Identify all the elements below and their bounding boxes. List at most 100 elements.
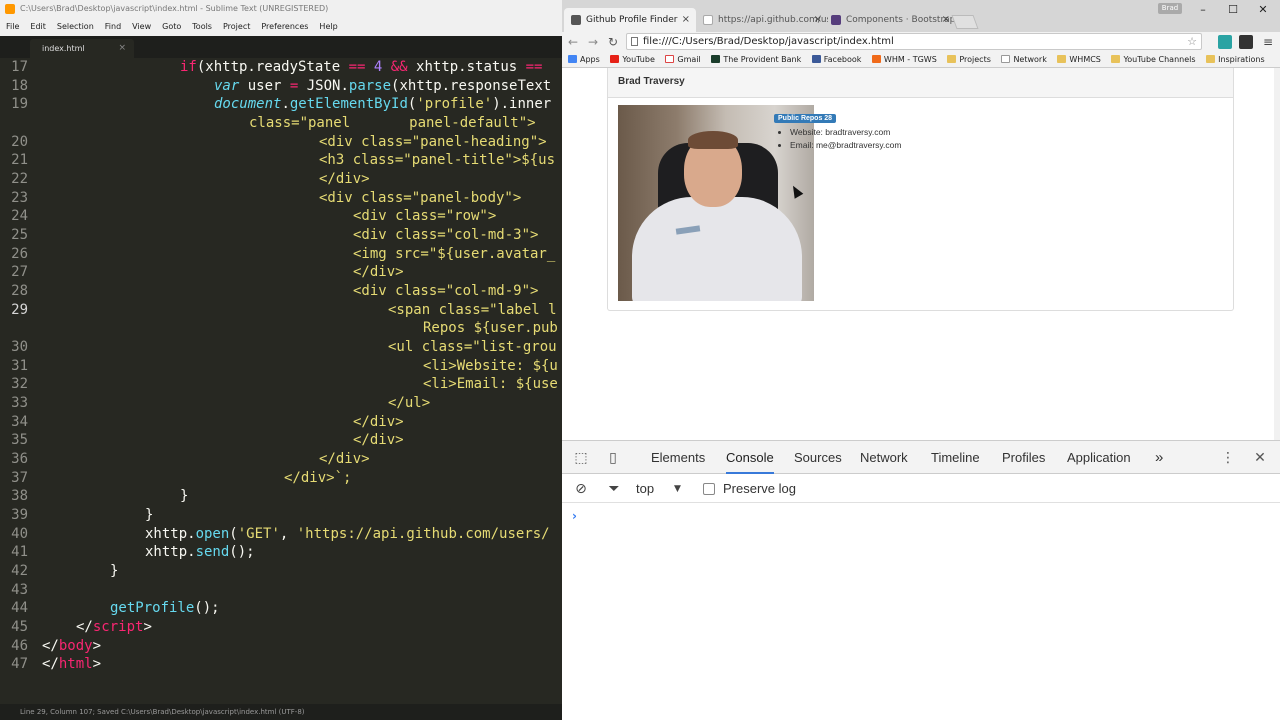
bookmark-youtube[interactable]: YouTube <box>610 52 655 67</box>
devtools-tab-network[interactable]: Network <box>860 441 908 474</box>
bookmark-gmail[interactable]: Gmail <box>665 52 701 67</box>
line-number-gutter: 17 18 19 20 21 22 23 24 25 26 27 28 29 3… <box>0 58 38 704</box>
line-number: 32 <box>11 376 28 392</box>
devtools-tab-console[interactable]: Console <box>726 441 774 474</box>
close-icon[interactable]: × <box>942 8 950 32</box>
minimize-icon[interactable]: – <box>1188 2 1218 18</box>
devtools-tab-sources[interactable]: Sources <box>794 441 842 474</box>
code-line-45: </script> <box>76 618 152 636</box>
bank-icon <box>711 55 721 63</box>
menu-find[interactable]: Find <box>105 18 121 36</box>
close-icon[interactable]: × <box>814 8 822 32</box>
devtools-close-icon[interactable]: ✕ <box>1251 449 1269 467</box>
page-icon <box>703 15 713 25</box>
clear-console-icon[interactable]: ⊘ <box>572 480 590 498</box>
code-line-34: </div> <box>353 414 404 430</box>
editor-tab-index-html[interactable]: index.html × <box>30 39 134 58</box>
code-token: xhttp. <box>145 526 196 542</box>
devtools-tab-timeline[interactable]: Timeline <box>931 441 980 474</box>
device-toolbar-icon[interactable]: ▯ <box>604 449 622 467</box>
profile-name: Brad Traversy <box>618 76 685 87</box>
close-icon[interactable]: × <box>682 8 690 32</box>
panel-heading: Brad Traversy <box>608 68 1233 98</box>
extension-icon[interactable] <box>1239 35 1253 49</box>
bookmark-whmcs[interactable]: WHMCS <box>1057 52 1101 67</box>
chrome-tabstrip: Github Profile Finder × https://api.gith… <box>562 0 1280 32</box>
menu-edit[interactable]: Edit <box>30 18 46 36</box>
youtube-icon <box>610 55 620 63</box>
chrome-window: Github Profile Finder × https://api.gith… <box>562 0 1280 720</box>
code-token: open <box>195 526 230 542</box>
bookmark-whm[interactable]: WHM - TGWS <box>871 52 937 67</box>
sublime-window: C:\Users\Brad\Desktop\javascript\index.h… <box>0 0 562 720</box>
avatar-body <box>632 197 802 301</box>
code-area[interactable]: if(xhttp.readyState == 4 && xhttp.status… <box>42 58 562 704</box>
menu-tools[interactable]: Tools <box>192 18 212 36</box>
code-line-40: xhttp.open('GET', 'https://api.github.co… <box>145 525 550 543</box>
reload-icon[interactable]: ↻ <box>604 32 622 52</box>
devtools-more-tabs[interactable]: » <box>1155 441 1163 474</box>
code-line-25: <div class="col-md-3"> <box>353 227 539 243</box>
browser-tab-github-profile-finder[interactable]: Github Profile Finder × <box>564 8 696 32</box>
line-number: 20 <box>11 134 28 150</box>
line-number: 17 <box>11 59 28 75</box>
devtools-tab-application[interactable]: Application <box>1067 441 1131 474</box>
menu-view[interactable]: View <box>132 18 151 36</box>
bookmark-projects[interactable]: Projects <box>947 52 991 67</box>
line-number: 45 <box>11 619 28 635</box>
code-token: script <box>92 619 144 635</box>
page-scrollbar[interactable] <box>1274 68 1280 440</box>
code-line-31: <li>Website: ${u <box>423 358 558 374</box>
code-token: > <box>92 656 102 672</box>
status-text: Line 29, Column 107; Saved C:\Users\Brad… <box>20 708 305 716</box>
code-line-36: </div> <box>319 451 370 467</box>
code-line-24: <div class="row"> <box>353 208 497 224</box>
menu-goto[interactable]: Goto <box>162 18 181 36</box>
bookmark-inspirations[interactable]: Inspirations <box>1206 52 1265 67</box>
bookmark-youtube-channels[interactable]: YouTube Channels <box>1111 52 1196 67</box>
code-token: == <box>525 59 543 75</box>
code-line-19-wrap: class="panel panel-default"> <box>249 115 536 131</box>
close-icon[interactable]: × <box>118 39 126 58</box>
code-line-21: <h3 class="panel-title">${us <box>319 152 556 168</box>
facebook-icon <box>811 55 821 63</box>
menu-file[interactable]: File <box>6 18 19 36</box>
filter-icon[interactable]: ⏷ <box>605 480 623 498</box>
devtools-tab-profiles[interactable]: Profiles <box>1002 441 1045 474</box>
back-icon[interactable]: ← <box>564 32 582 52</box>
code-line-19: document.getElementById('profile').inner <box>214 95 551 113</box>
code-token: 'https://api.github.com/users/ <box>296 526 550 542</box>
code-token: (); <box>194 600 220 616</box>
menu-icon[interactable]: ≡ <box>1259 32 1277 52</box>
bookmark-network[interactable]: Network <box>1001 52 1047 67</box>
menu-project[interactable]: Project <box>223 18 250 36</box>
code-token: > <box>92 638 102 654</box>
console-context-select[interactable]: top <box>636 475 654 503</box>
devtools-menu-icon[interactable]: ⋮ <box>1219 449 1237 467</box>
bookmark-provident-bank[interactable]: The Provident Bank <box>711 52 801 67</box>
inspect-element-icon[interactable]: ⬚ <box>572 449 590 467</box>
bookmark-facebook[interactable]: Facebook <box>811 52 861 67</box>
profile-button[interactable]: Brad <box>1158 3 1182 14</box>
bookmark-apps[interactable]: Apps <box>568 52 600 67</box>
new-tab-button[interactable] <box>951 15 979 29</box>
address-bar[interactable]: file:///C:/Users/Brad/Desktop/javascript… <box>626 33 1202 50</box>
sublime-titlebar: C:\Users\Brad\Desktop\javascript\index.h… <box>0 0 562 18</box>
console-prompt[interactable]: › <box>572 509 577 523</box>
code-line-47: </html> <box>42 655 101 673</box>
maximize-icon[interactable]: ☐ <box>1218 2 1248 18</box>
chevron-down-icon[interactable]: ▼ <box>674 475 681 503</box>
browser-tab-bootstrap[interactable]: Components · Bootstrap × <box>824 8 956 32</box>
devtools-tab-elements[interactable]: Elements <box>651 441 705 474</box>
menu-preferences[interactable]: Preferences <box>261 18 308 36</box>
preserve-log-checkbox[interactable] <box>703 483 715 495</box>
menu-help[interactable]: Help <box>319 18 337 36</box>
menu-selection[interactable]: Selection <box>57 18 94 36</box>
window-close-icon[interactable]: ✕ <box>1248 2 1278 18</box>
extension-icon[interactable] <box>1218 35 1232 49</box>
browser-tab-title: Components · Bootstrap <box>846 15 956 25</box>
star-icon[interactable]: ☆ <box>1187 34 1197 49</box>
line-number: 24 <box>11 208 28 224</box>
forward-icon[interactable]: → <box>584 32 602 52</box>
browser-tab-github-api[interactable]: https://api.github.com/us × <box>696 8 828 32</box>
